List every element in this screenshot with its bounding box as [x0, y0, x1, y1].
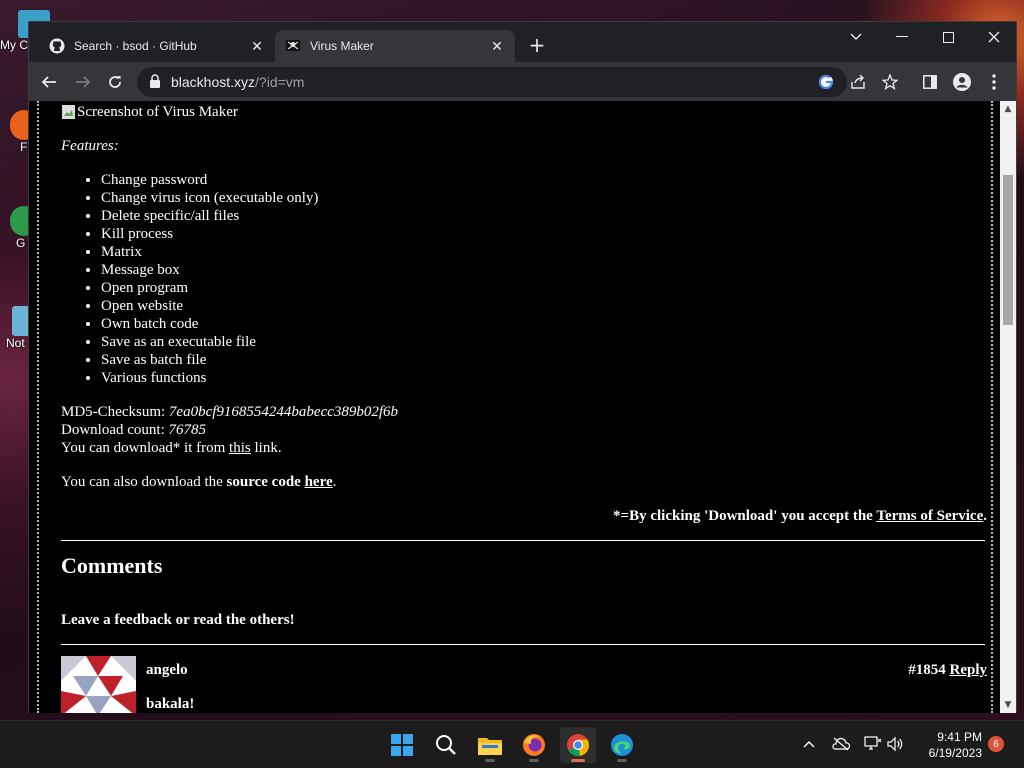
pirate-flag-icon	[285, 38, 301, 54]
taskbar: 9:41 PM 6/19/2023 6	[0, 720, 1024, 768]
image-alt-text: Screenshot of Virus Maker	[77, 104, 238, 120]
url-text: blackhost.xyz/?id=vm	[171, 74, 305, 90]
notification-badge[interactable]: 6	[988, 736, 1004, 752]
desktop-icon-my-computer[interactable]: My C	[0, 10, 50, 52]
desktop-icon-notepad[interactable]: Not	[0, 306, 34, 350]
features-label: Features:	[61, 138, 119, 154]
network-icon[interactable]	[862, 733, 884, 755]
tab-strip: Search · bsod · GitHub ✕ Virus Maker ✕ +	[29, 22, 1016, 62]
checksum-value: 7ea0bcf9168554244babecc389b02f6b	[168, 404, 399, 420]
download-info: MD5-Checksum: 7ea0bcf9168554244babecc389…	[61, 403, 398, 457]
firefox-icon[interactable]	[516, 727, 552, 763]
list-item: Save as an executable file	[101, 333, 318, 351]
avatar	[61, 656, 136, 713]
close-tab-icon[interactable]: ✕	[249, 38, 265, 54]
forward-arrow-icon[interactable]	[71, 70, 95, 94]
tab-title: Virus Maker	[310, 39, 374, 53]
scrollbar-thumb[interactable]	[1003, 175, 1013, 325]
scroll-up-arrow-icon[interactable]: ▲	[1000, 101, 1016, 117]
profile-avatar-icon[interactable]	[951, 71, 973, 93]
download-line: You can download* it from this link.	[61, 440, 282, 456]
windows-start-icon[interactable]	[384, 727, 420, 763]
list-item: Own batch code	[101, 315, 318, 333]
list-item: Change password	[101, 171, 318, 189]
volume-icon[interactable]	[884, 733, 906, 755]
page-frame: Screenshot of Virus Maker Features: Chan…	[37, 101, 993, 713]
list-item: Delete specific/all files	[101, 207, 318, 225]
kebab-menu-icon[interactable]	[983, 71, 1005, 93]
desktop-icon-f[interactable]: F	[0, 110, 38, 154]
list-item: Save as batch file	[101, 351, 318, 369]
tab-search-chevron-icon[interactable]	[841, 26, 871, 48]
scrollbar[interactable]: ▲ ▼	[1000, 101, 1016, 713]
tab-github-search[interactable]: Search · bsod · GitHub ✕	[39, 30, 275, 62]
edge-icon[interactable]	[604, 727, 640, 763]
comment-author: angelo	[146, 662, 188, 678]
close-tab-icon[interactable]: ✕	[489, 38, 505, 54]
checksum-line: MD5-Checksum: 7ea0bcf9168554244babecc389…	[61, 404, 399, 420]
terms-notice: *=By clicking 'Download' you accept the …	[613, 508, 987, 524]
show-hidden-icons-chevron-icon[interactable]	[798, 733, 820, 755]
google-lens-icon[interactable]	[817, 73, 835, 91]
download-count-value: 76785	[168, 422, 206, 438]
lock-icon[interactable]	[149, 73, 161, 92]
comment-number: #1854 Reply	[908, 662, 988, 678]
desktop-icon-google-chrome[interactable]: G Cl	[0, 206, 38, 250]
address-bar[interactable]: blackhost.xyz/?id=vm	[137, 67, 898, 97]
bookmark-star-icon[interactable]	[881, 73, 899, 91]
divider	[61, 540, 985, 541]
reload-icon[interactable]	[103, 70, 127, 94]
broken-image-icon	[62, 105, 75, 119]
onedrive-offline-icon[interactable]	[830, 733, 852, 755]
divider	[61, 644, 985, 645]
maximize-button[interactable]	[933, 26, 963, 48]
list-item: Open program	[101, 279, 318, 297]
tab-virus-maker[interactable]: Virus Maker ✕	[275, 30, 515, 62]
list-item: Change virus icon (executable only)	[101, 189, 318, 207]
share-icon[interactable]	[849, 73, 867, 91]
terms-of-service-link[interactable]: Terms of Service	[876, 508, 983, 524]
features-list: Change password Change virus icon (execu…	[101, 171, 318, 387]
download-link[interactable]: this	[229, 440, 251, 456]
browser-toolbar: blackhost.xyz/?id=vm	[29, 62, 1016, 101]
list-item: Matrix	[101, 243, 318, 261]
new-tab-button[interactable]: +	[527, 35, 547, 56]
clock-date: 6/19/2023	[928, 746, 982, 760]
search-icon[interactable]	[428, 727, 464, 763]
tab-title: Search · bsod · GitHub	[74, 39, 197, 53]
source-code-link[interactable]: here	[305, 474, 333, 490]
side-panel-icon[interactable]	[919, 71, 941, 93]
chrome-icon[interactable]	[560, 727, 596, 763]
system-clock[interactable]: 9:41 PM 6/19/2023	[912, 729, 982, 761]
screenshot-image: Screenshot of Virus Maker	[61, 103, 238, 121]
list-item: Various functions	[101, 369, 318, 387]
back-arrow-icon[interactable]	[37, 70, 61, 94]
page-viewport: Screenshot of Virus Maker Features: Chan…	[29, 101, 1000, 713]
comments-heading: Comments	[61, 553, 163, 578]
comment-body: bakala!	[146, 696, 195, 712]
list-item: Message box	[101, 261, 318, 279]
list-item: Kill process	[101, 225, 318, 243]
list-item: Open website	[101, 297, 318, 315]
github-icon	[49, 38, 65, 54]
browser-window: Search · bsod · GitHub ✕ Virus Maker ✕ +	[28, 21, 1017, 713]
source-code-line: You can also download the source code he…	[61, 474, 337, 490]
comments-subheading: Leave a feedback or read the others!	[61, 612, 295, 628]
close-window-button[interactable]	[979, 26, 1009, 48]
download-count-line: Download count: 76785	[61, 422, 206, 438]
file-explorer-icon[interactable]	[472, 727, 508, 763]
scroll-down-arrow-icon[interactable]: ▼	[1000, 697, 1016, 713]
minimize-button[interactable]	[887, 26, 917, 48]
clock-time: 9:41 PM	[937, 730, 982, 744]
reply-link[interactable]: Reply	[950, 662, 988, 678]
